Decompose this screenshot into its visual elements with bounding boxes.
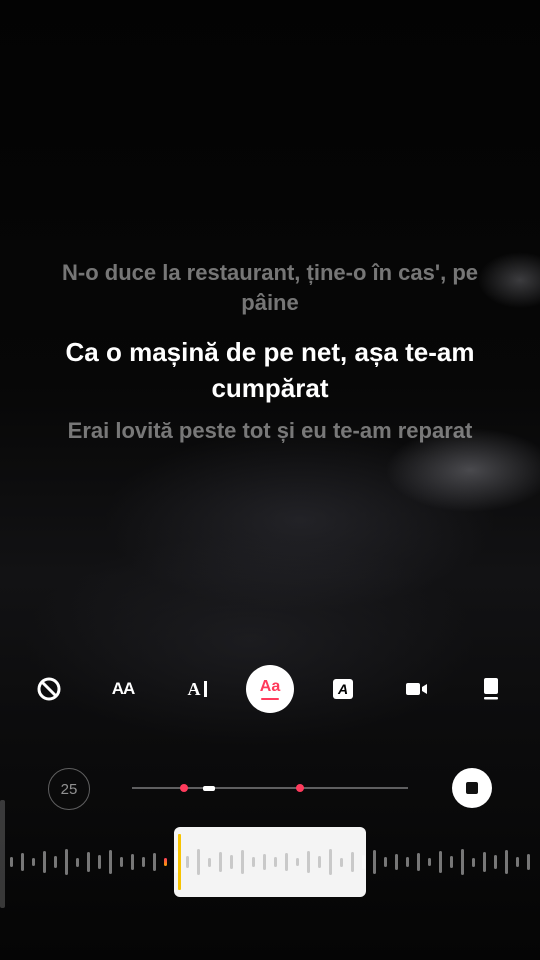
waveform-bar: [65, 849, 68, 875]
text-color-icon: Aa: [260, 678, 280, 701]
video-button[interactable]: [392, 664, 442, 714]
text-color-button[interactable]: Aa: [246, 665, 294, 713]
waveform-bar: [472, 857, 475, 867]
text-cursor-button[interactable]: A: [172, 664, 222, 714]
lyric-current-line: Ca o mașină de pe net, așa te-am cumpăra…: [65, 337, 475, 403]
waveform-bar: [87, 852, 90, 872]
waveform-bar: [461, 849, 464, 875]
waveform-bar: [373, 850, 376, 874]
text-background-icon: A: [333, 679, 353, 699]
waveform-bar: [153, 853, 156, 871]
waveform-bar: [494, 855, 497, 869]
sticker-position-button[interactable]: [466, 664, 516, 714]
waveform-bar: [384, 857, 387, 867]
waveform-bar: [285, 853, 288, 871]
waveform-bar: [230, 855, 233, 869]
waveform-bar: [307, 851, 310, 873]
scrub-marker[interactable]: [180, 784, 189, 792]
text-size-label: AA: [111, 679, 136, 698]
waveform-bar: [395, 854, 398, 870]
waveform-bar: [131, 854, 134, 870]
waveform-bar: [516, 857, 519, 867]
scrub-thumb[interactable]: [203, 785, 216, 791]
stop-button[interactable]: [452, 768, 492, 808]
no-style-button[interactable]: [24, 664, 74, 714]
waveform-bar: [120, 857, 123, 867]
video-background: [0, 0, 540, 960]
waveform-bar: [362, 855, 365, 869]
waveform-bar: [186, 856, 189, 868]
waveform-bar: [219, 852, 222, 872]
waveform-bar: [164, 858, 167, 866]
text-background-button[interactable]: A: [318, 664, 368, 714]
waveform-bar: [32, 858, 35, 866]
scrub-track[interactable]: [132, 784, 408, 792]
waveform-bar: [109, 850, 112, 874]
waveform-bar: [428, 858, 431, 866]
waveform-bar: [76, 857, 79, 867]
waveform-bar: [43, 851, 46, 873]
waveform-bar: [10, 857, 13, 867]
selected-clip-window[interactable]: [174, 827, 366, 897]
waveform-bar: [329, 849, 332, 875]
waveform-bar: [527, 854, 530, 870]
edge-scroll-handle[interactable]: [0, 800, 5, 908]
waveform-bar: [54, 856, 57, 868]
waveform-bar: [296, 858, 299, 866]
waveform-bar: [208, 857, 211, 867]
waveform-bar: [417, 853, 420, 871]
waveform-bar: [351, 852, 354, 872]
waveform-bar: [318, 856, 321, 868]
scrub-marker[interactable]: [296, 784, 305, 792]
waveform-bar: [263, 854, 266, 870]
waveform-bar: [505, 850, 508, 874]
sticker-position-icon: [484, 678, 498, 700]
text-size-icon: AA: [111, 679, 136, 699]
no-style-icon: [37, 677, 61, 701]
stop-icon: [466, 782, 478, 794]
waveform-bar: [340, 857, 343, 867]
waveform-bar: [98, 855, 101, 869]
waveform-bar: [439, 851, 442, 873]
lyrics-scrubber: 25: [48, 768, 508, 810]
audio-waveform[interactable]: [0, 800, 540, 908]
text-color-label: Aa: [259, 677, 281, 695]
lyric-next-line: Erai lovită peste tot și eu te-am repara…: [67, 418, 473, 443]
lyrics-style-toolbar: AA A Aa A: [24, 664, 516, 714]
waveform-bar: [197, 849, 200, 875]
waveform-bar: [483, 852, 486, 872]
waveform-bar: [175, 851, 178, 873]
video-icon: [406, 683, 427, 695]
text-cursor-label: A: [187, 678, 201, 699]
playhead-cursor[interactable]: [178, 834, 181, 890]
text-size-button[interactable]: AA: [98, 664, 148, 714]
clip-counter: 25: [48, 768, 90, 810]
waveform-bar: [252, 857, 255, 867]
waveform-bar: [142, 857, 145, 867]
waveform-bar: [274, 857, 277, 867]
waveform-bar: [406, 857, 409, 867]
lyric-previous-line: N-o duce la restaurant, ține-o în cas', …: [62, 260, 478, 315]
waveform-bar: [21, 853, 24, 871]
waveform-bar: [241, 850, 244, 874]
text-background-label: A: [337, 681, 349, 697]
text-cursor-icon: A: [188, 679, 207, 700]
waveform-bar: [450, 856, 453, 868]
